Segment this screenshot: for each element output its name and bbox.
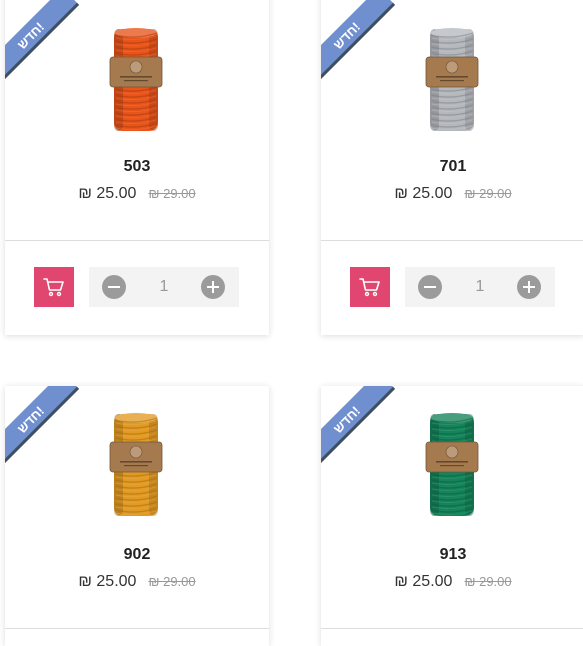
add-to-cart-button[interactable] (350, 267, 390, 307)
quantity-stepper: 1 (405, 267, 555, 307)
product-name[interactable]: 913 (321, 546, 583, 564)
product-card[interactable]: חדש! 902 ₪ 25.00 ₪ 29.00 (5, 386, 269, 646)
quantity-value[interactable]: 1 (133, 267, 195, 307)
old-price: ₪ 29.00 (464, 186, 512, 201)
product-price: ₪ 25.00 ₪ 29.00 (5, 185, 269, 203)
old-price: ₪ 29.00 (464, 574, 512, 589)
product-price: ₪ 25.00 ₪ 29.00 (5, 573, 269, 591)
product-card[interactable]: חדש! 913 ₪ 25.00 ₪ 29.00 (321, 386, 583, 646)
cart-icon (43, 278, 64, 297)
product-card[interactable]: חדש! 503 ₪ 25.00 ₪ 29.00 1 (5, 0, 269, 335)
quantity-stepper: 1 (89, 267, 239, 307)
divider (5, 628, 269, 629)
divider (5, 240, 269, 241)
add-to-cart-button[interactable] (34, 267, 74, 307)
plus-icon[interactable] (201, 275, 225, 299)
product-name[interactable]: 701 (321, 158, 583, 176)
divider (321, 240, 583, 241)
minus-icon[interactable] (418, 275, 442, 299)
product-card[interactable]: חדש! 701 ₪ 25.00 ₪ 29.00 1 (321, 0, 583, 335)
plus-icon[interactable] (517, 275, 541, 299)
new-badge: חדש! (321, 386, 396, 469)
cart-icon (359, 278, 380, 297)
divider (321, 628, 583, 629)
product-image[interactable] (424, 412, 480, 518)
new-badge: חדש! (5, 0, 80, 85)
quantity-value[interactable]: 1 (449, 267, 511, 307)
current-price: ₪ 25.00 (394, 185, 453, 202)
product-image[interactable] (424, 27, 480, 133)
product-price: ₪ 25.00 ₪ 29.00 (321, 573, 583, 591)
product-name[interactable]: 503 (5, 158, 269, 176)
product-name[interactable]: 902 (5, 546, 269, 564)
old-price: ₪ 29.00 (148, 186, 196, 201)
current-price: ₪ 25.00 (394, 573, 453, 590)
old-price: ₪ 29.00 (148, 574, 196, 589)
new-badge: חדש! (5, 386, 80, 469)
product-image[interactable] (108, 27, 164, 133)
product-price: ₪ 25.00 ₪ 29.00 (321, 185, 583, 203)
minus-icon[interactable] (102, 275, 126, 299)
new-badge: חדש! (321, 0, 396, 85)
current-price: ₪ 25.00 (78, 185, 137, 202)
product-image[interactable] (108, 412, 164, 518)
current-price: ₪ 25.00 (78, 573, 137, 590)
